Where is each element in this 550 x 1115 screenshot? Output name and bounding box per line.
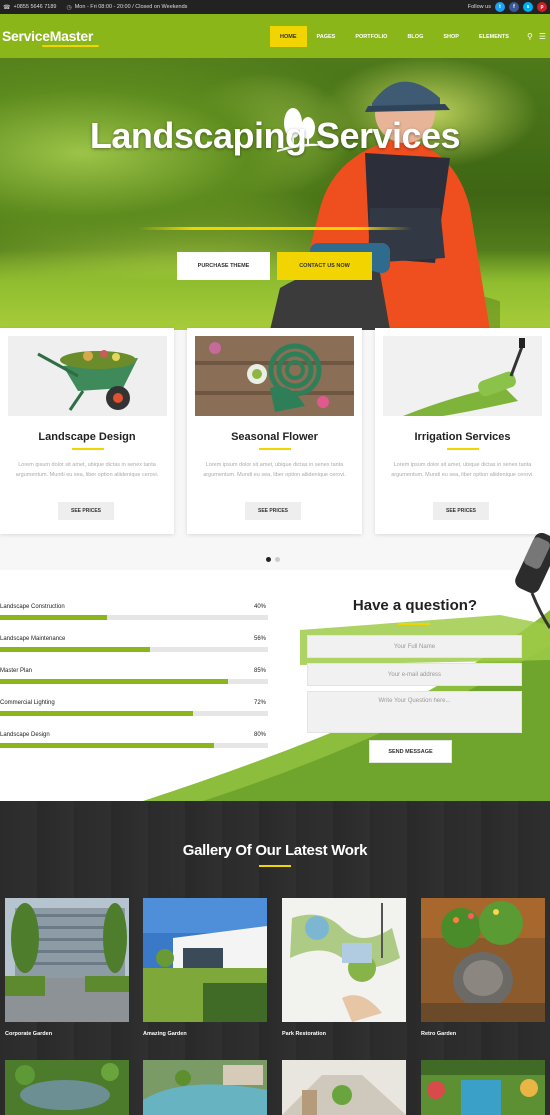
phone-info: ☎ +0855 5646 7189 [3, 4, 56, 11]
nav-shop[interactable]: SHOP [433, 26, 469, 47]
gallery-item-corporate-garden[interactable] [5, 898, 129, 1022]
phone-number: +0855 5646 7189 [13, 4, 57, 10]
nav-home[interactable]: HOME [270, 26, 307, 47]
skill-track [0, 679, 268, 684]
carousel-dot[interactable] [275, 557, 280, 562]
nav-elements[interactable]: ELEMENTS [469, 26, 519, 47]
send-message-button[interactable]: SEND MESSAGE [369, 740, 452, 763]
pinterest-icon[interactable]: p [537, 2, 547, 12]
search-icon[interactable]: ⚲ [527, 32, 533, 41]
top-bar: ☎ +0855 5646 7189 ◷ Mon - Fri 08:00 - 20:0… [0, 0, 550, 14]
menu-icon[interactable]: ☰ [539, 32, 546, 41]
skill-track [0, 743, 268, 748]
site-header: ServiceMaster HOME PAGES PORTFOLIO BLOG … [0, 14, 550, 58]
skill-percent: 40% [253, 604, 266, 610]
see-prices-button[interactable]: SEE PRICES [245, 502, 301, 520]
opening-hours: Mon - Fri 08:00 - 20:00 / Closed on Week… [74, 4, 188, 10]
follow-label: Follow us [467, 4, 491, 10]
service-description: Lorem ipsum dolor sit amet, ubique dicta… [391, 462, 534, 478]
facebook-icon[interactable]: f [509, 2, 519, 12]
gallery-label: Amazing Garden [143, 1031, 187, 1037]
skill-fill [0, 647, 151, 652]
service-card: Seasonal Flower Lorem ipsum dolor sit am… [187, 328, 362, 534]
skill-fill [0, 711, 193, 716]
contact-us-button[interactable]: CONTACT US NOW [277, 252, 372, 280]
hero-banner: Landscaping Services PURCHASE THEME CONT… [0, 58, 550, 330]
title-underline [72, 448, 104, 450]
gallery-item[interactable] [282, 1060, 406, 1115]
hero-title: Landscaping Services [89, 115, 461, 156]
gallery-item-park-restoration[interactable] [282, 898, 406, 1022]
carousel-dot[interactable] [266, 557, 271, 562]
twitter-icon[interactable]: t [495, 2, 505, 12]
skill-name: Landscape Construction [0, 604, 65, 610]
service-card: Landscape Design Lorem ipsum dolor sit a… [0, 328, 174, 534]
logo-text: ServiceMaster [2, 28, 94, 44]
skill-percent: 56% [253, 636, 266, 642]
gallery-item[interactable] [421, 1060, 545, 1115]
nav-portfolio[interactable]: PORTFOLIO [345, 26, 397, 47]
skype-icon[interactable]: s [523, 2, 533, 12]
hero-title-underline [138, 227, 412, 230]
service-description: Lorem ipsum dolor sit amet, ubique dicta… [15, 462, 159, 478]
see-prices-button[interactable]: SEE PRICES [58, 502, 114, 520]
title-underline [259, 448, 291, 450]
skill-percent: 80% [253, 732, 266, 738]
question-title: Have a question? [352, 597, 478, 614]
gallery-item[interactable] [143, 1060, 267, 1115]
skill-name: Commercial Lighting [0, 700, 55, 706]
skill-name: Landscape Maintenance [0, 636, 66, 642]
site-logo[interactable]: ServiceMaster [2, 28, 100, 47]
email-field[interactable]: Your e-mail address [307, 663, 522, 686]
service-title: Irrigation Services [414, 431, 511, 443]
service-description: Lorem ipsum dolor sit amet, ubique dicta… [203, 462, 346, 478]
gallery-item-amazing-garden[interactable] [143, 898, 267, 1022]
service-title: Landscape Design [38, 431, 136, 443]
skill-track [0, 615, 268, 620]
skill-track [0, 647, 268, 652]
full-name-field[interactable]: Your Full Name [307, 635, 522, 658]
clock-icon: ◷ [66, 4, 72, 11]
skill-name: Master Plan [0, 668, 33, 674]
gallery-label: Park Restoration [282, 1031, 327, 1037]
skill-fill [0, 679, 228, 684]
main-nav: HOME PAGES PORTFOLIO BLOG SHOP ELEMENTS [270, 26, 519, 47]
nav-blog[interactable]: BLOG [397, 26, 433, 47]
question-textarea[interactable]: Write Your Question here... [307, 691, 522, 733]
skill-track [0, 711, 268, 716]
logo-swoosh [42, 45, 100, 47]
see-prices-button[interactable]: SEE PRICES [433, 502, 489, 520]
title-underline [447, 448, 479, 450]
wheelbarrow-image [8, 336, 167, 416]
service-title: Seasonal Flower [231, 431, 318, 443]
gardener-image [270, 81, 500, 330]
purchase-theme-button[interactable]: PURCHASE THEME [177, 252, 270, 280]
hours-info: ◷ Mon - Fri 08:00 - 20:00 / Closed on Wee… [66, 4, 187, 11]
question-underline [398, 623, 430, 625]
gallery-item[interactable] [5, 1060, 129, 1115]
hose-flowers-image [195, 336, 354, 416]
grass-roller-image [383, 336, 542, 416]
skill-fill [0, 615, 108, 620]
nav-pages[interactable]: PAGES [307, 26, 346, 47]
gallery-label: Corporate Garden [5, 1031, 53, 1037]
skill-percent: 72% [253, 700, 266, 706]
paint-roller-image [515, 533, 550, 629]
gallery-title: Gallery Of Our Latest Work [182, 842, 368, 859]
gallery-title-underline [259, 865, 291, 867]
phone-icon: ☎ [3, 4, 11, 11]
skill-percent: 85% [253, 668, 266, 674]
skill-name: Landscape Design [0, 732, 50, 738]
carousel-dots [266, 557, 280, 562]
service-card: Irrigation Services Lorem ipsum dolor si… [375, 328, 550, 534]
gallery-label: Retro Garden [421, 1031, 457, 1037]
gallery-item-retro-garden[interactable] [421, 898, 545, 1022]
skill-fill [0, 743, 215, 748]
